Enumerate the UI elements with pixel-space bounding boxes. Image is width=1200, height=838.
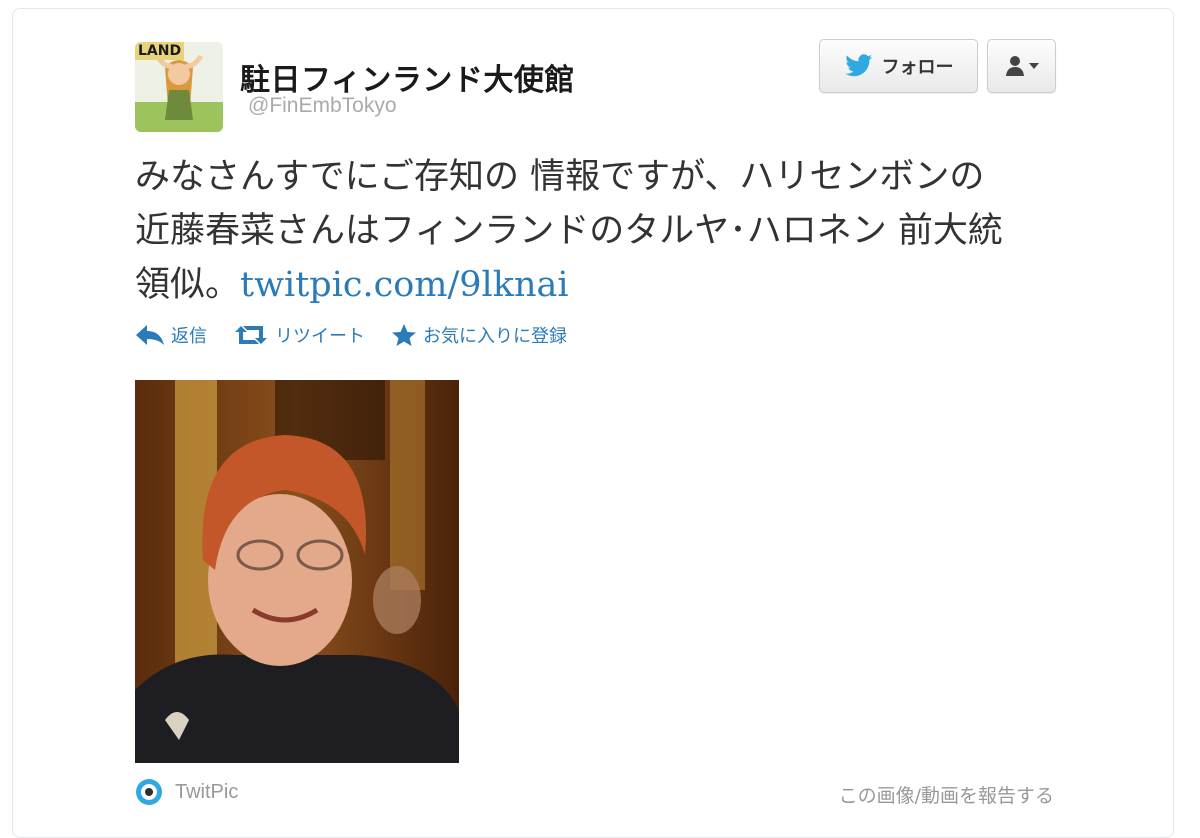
tweet-text-line: 領似。twitpic.com/9lknai: [135, 258, 1035, 312]
favorite-action[interactable]: お気に入りに登録: [391, 322, 567, 348]
twitpic-icon: [136, 779, 162, 805]
favorite-label: お気に入りに登録: [423, 326, 567, 347]
avatar[interactable]: LAND: [135, 42, 223, 132]
report-media-link[interactable]: この画像/動画を報告する: [839, 781, 1054, 808]
twitter-bird-icon: [844, 54, 872, 77]
tweet-text: みなさんすでにご存知の 情報ですが、ハリセンボンの 近藤春菜さんはフィンランドの…: [135, 150, 1035, 312]
screen-name[interactable]: @FinEmbTokyo: [248, 94, 397, 118]
reply-action[interactable]: 返信: [135, 322, 207, 348]
tweet-actions: 返信 リツイート お気に入りに登録: [135, 322, 567, 348]
follow-label: フォロー: [881, 57, 954, 78]
retweet-icon: [235, 326, 267, 344]
reply-label: 返信: [171, 326, 207, 347]
tweet-text-line: みなさんすでにご存知の 情報ですが、ハリセンボンの: [135, 157, 985, 197]
retweet-action[interactable]: リツイート: [233, 322, 365, 348]
user-actions-button[interactable]: [987, 39, 1056, 93]
photo-image: [135, 380, 459, 763]
display-name[interactable]: 駐日フィンランド大使館: [240, 55, 575, 99]
star-icon: [392, 324, 416, 346]
tweet-text-tail: 領似。: [135, 265, 241, 305]
tweet-link[interactable]: twitpic.com/9lknai: [240, 265, 569, 305]
retweet-label: リツイート: [275, 326, 365, 347]
reply-icon: [136, 325, 164, 345]
user-icon: [1005, 56, 1024, 76]
chevron-down-icon: [1028, 63, 1039, 69]
tweet-photo[interactable]: [135, 380, 459, 763]
media-source[interactable]: TwitPic: [175, 781, 238, 804]
follow-button[interactable]: フォロー: [819, 39, 978, 93]
avatar-label: LAND: [135, 42, 185, 60]
tweet-text-line: 近藤春菜さんはフィンランドのタルヤ･ハロネン 前大統: [135, 211, 1003, 251]
